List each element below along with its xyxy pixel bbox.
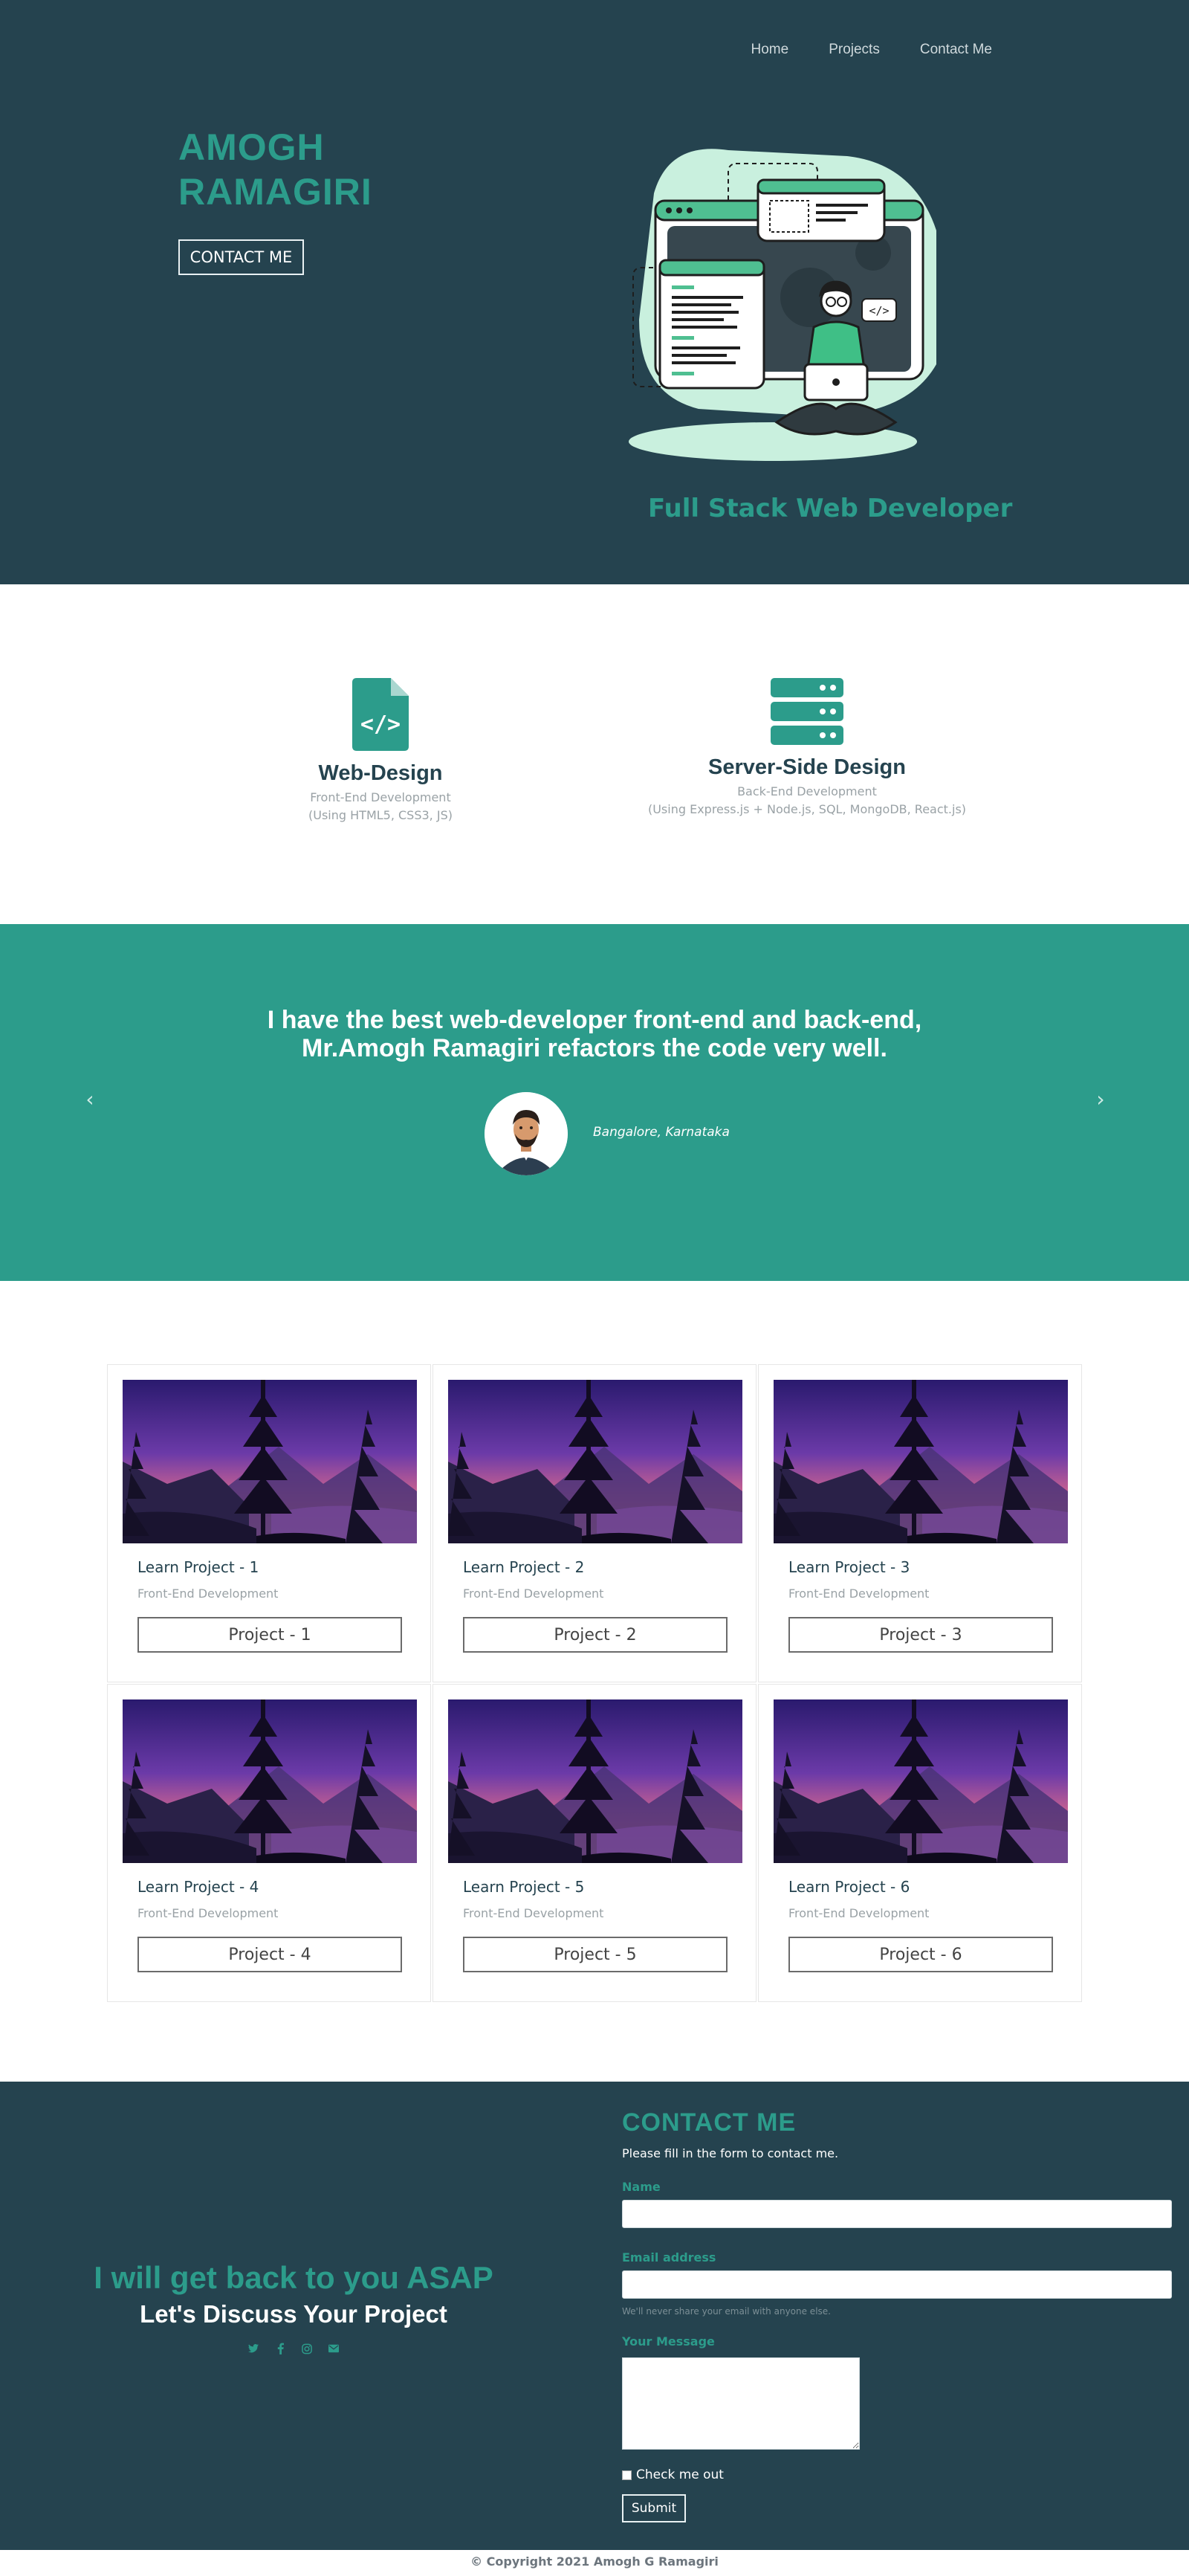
testimonial-quote: I have the best web-developer front-end … [0, 1006, 1189, 1062]
project-card-title: Learn Project - 3 [788, 1558, 910, 1576]
chevron-left-icon[interactable]: ‹ [79, 1087, 101, 1111]
project-button[interactable]: Project - 6 [788, 1937, 1053, 1972]
nav-projects-link[interactable]: Projects [829, 42, 880, 58]
project-thumbnail-image [448, 1699, 742, 1863]
hero-name-last: RAMAGIRI [178, 171, 372, 213]
contact-form-title: CONTACT ME [622, 2108, 797, 2137]
person-avatar-icon [485, 1092, 568, 1175]
project-button[interactable]: Project - 2 [463, 1617, 728, 1653]
project-card: Learn Project - 1 Front-End Development … [107, 1364, 431, 1682]
asap-heading: I will get back to you ASAP [94, 2260, 493, 2295]
project-button[interactable]: Project - 5 [463, 1937, 728, 1972]
project-thumbnail-image [448, 1380, 742, 1543]
email-icon[interactable] [328, 2342, 339, 2355]
service-title: Server-Side Design [708, 755, 906, 779]
project-card: Learn Project - 2 Front-End Development … [432, 1364, 757, 1682]
service-line-2: (Using HTML5, CSS3, JS) [308, 808, 453, 822]
project-button[interactable]: Project - 4 [137, 1937, 402, 1972]
check-me-out-checkbox[interactable]: Check me out [622, 2467, 1172, 2482]
project-card-title: Learn Project - 5 [463, 1878, 585, 1896]
message-field[interactable] [622, 2357, 860, 2450]
service-line-1: Back-End Development [737, 784, 877, 798]
server-icon [771, 678, 843, 745]
facebook-icon[interactable] [275, 2342, 285, 2355]
chevron-right-icon[interactable]: › [1089, 1087, 1112, 1111]
hero-section: Home Projects Contact Me AMOGH RAMAGIRI … [0, 0, 1189, 584]
contact-form-intro: Please fill in the form to contact me. [622, 2146, 839, 2160]
quote-line-2: Mr.Amogh Ramagiri refactors the code ver… [302, 1034, 887, 1062]
project-card: Learn Project - 3 Front-End Development … [758, 1364, 1082, 1682]
project-card-title: Learn Project - 1 [137, 1558, 259, 1576]
submit-button[interactable]: Submit [622, 2494, 686, 2522]
services-section: </> Web-Design Front-End Development (Us… [0, 584, 1189, 924]
hero-role-text: Full Stack Web Developer [648, 494, 1013, 523]
testimonial-section: ‹ I have the best web-developer front-en… [0, 924, 1189, 1281]
email-label: Email address [622, 2250, 716, 2265]
email-help-text: We'll never share your email with anyone… [622, 2306, 831, 2317]
service-server-side: Server-Side Design Back-End Development … [614, 678, 1000, 819]
nav-contact-link[interactable]: Contact Me [920, 42, 992, 58]
project-card: Learn Project - 5 Front-End Development … [432, 1684, 757, 2002]
copyright-text: © Copyright 2021 Amogh G Ramagiri [470, 2554, 719, 2569]
service-subtitle: Back-End Development (Using Express.js +… [614, 783, 1000, 819]
contact-section: I will get back to you ASAP Let's Discus… [0, 2082, 1189, 2550]
instagram-icon[interactable] [302, 2342, 312, 2355]
project-card-subtitle: Front-End Development [463, 1906, 604, 1920]
social-links [0, 2342, 587, 2355]
service-web-design: </> Web-Design Front-End Development (Us… [232, 678, 529, 824]
checkbox-box[interactable] [622, 2470, 632, 2480]
footer: © Copyright 2021 Amogh G Ramagiri [0, 2550, 1189, 2576]
testimonial-location: Bangalore, Karnataka [593, 1125, 730, 1140]
project-card-title: Learn Project - 2 [463, 1558, 585, 1576]
project-card-subtitle: Front-End Development [788, 1586, 930, 1601]
developer-illustration: </> [629, 149, 936, 461]
quote-line-1: I have the best web-developer front-end … [267, 1006, 922, 1034]
name-field[interactable] [622, 2200, 1172, 2228]
service-line-1: Front-End Development [310, 790, 451, 804]
project-thumbnail-image [774, 1380, 1068, 1543]
twitter-icon[interactable] [248, 2342, 259, 2355]
project-card: Learn Project - 6 Front-End Development … [758, 1684, 1082, 2002]
project-card-subtitle: Front-End Development [788, 1906, 930, 1920]
project-card-subtitle: Front-End Development [137, 1906, 279, 1920]
hero-name: AMOGH RAMAGIRI [178, 125, 424, 214]
hero-name-first: AMOGH [178, 126, 325, 168]
svg-text:</>: </> [360, 711, 401, 737]
project-button[interactable]: Project - 3 [788, 1617, 1053, 1653]
message-label: Your Message [622, 2334, 715, 2349]
project-card-subtitle: Front-End Development [137, 1586, 279, 1601]
hero-contact-button[interactable]: CONTACT ME [178, 239, 304, 275]
project-thumbnail-image [123, 1380, 417, 1543]
project-thumbnail-image [774, 1699, 1068, 1863]
project-card: Learn Project - 4 Front-End Development … [107, 1684, 431, 2002]
checkbox-label: Check me out [636, 2467, 724, 2482]
avatar [485, 1092, 568, 1175]
name-label: Name [622, 2180, 661, 2194]
project-card-subtitle: Front-End Development [463, 1586, 604, 1601]
project-card-title: Learn Project - 6 [788, 1878, 910, 1896]
svg-text:</>: </> [869, 304, 889, 317]
contact-form: CONTACT ME Please fill in the form to co… [622, 2108, 1172, 2522]
service-title: Web-Design [318, 761, 443, 785]
email-field[interactable] [622, 2270, 1172, 2299]
top-nav: Home Projects Contact Me [751, 42, 992, 58]
contact-callout: I will get back to you ASAP Let's Discus… [0, 2260, 587, 2355]
nav-home-link[interactable]: Home [751, 42, 789, 58]
project-grid: Learn Project - 1 Front-End Development … [107, 1364, 1082, 2002]
service-subtitle: Front-End Development (Using HTML5, CSS3… [232, 789, 529, 824]
project-card-title: Learn Project - 4 [137, 1878, 259, 1896]
code-file-icon: </> [352, 678, 409, 751]
discuss-heading: Let's Discuss Your Project [140, 2300, 447, 2328]
project-button[interactable]: Project - 1 [137, 1617, 402, 1653]
project-thumbnail-image [123, 1699, 417, 1863]
service-line-2: (Using Express.js + Node.js, SQL, MongoD… [647, 802, 967, 816]
projects-section: Learn Project - 1 Front-End Development … [0, 1281, 1189, 2082]
